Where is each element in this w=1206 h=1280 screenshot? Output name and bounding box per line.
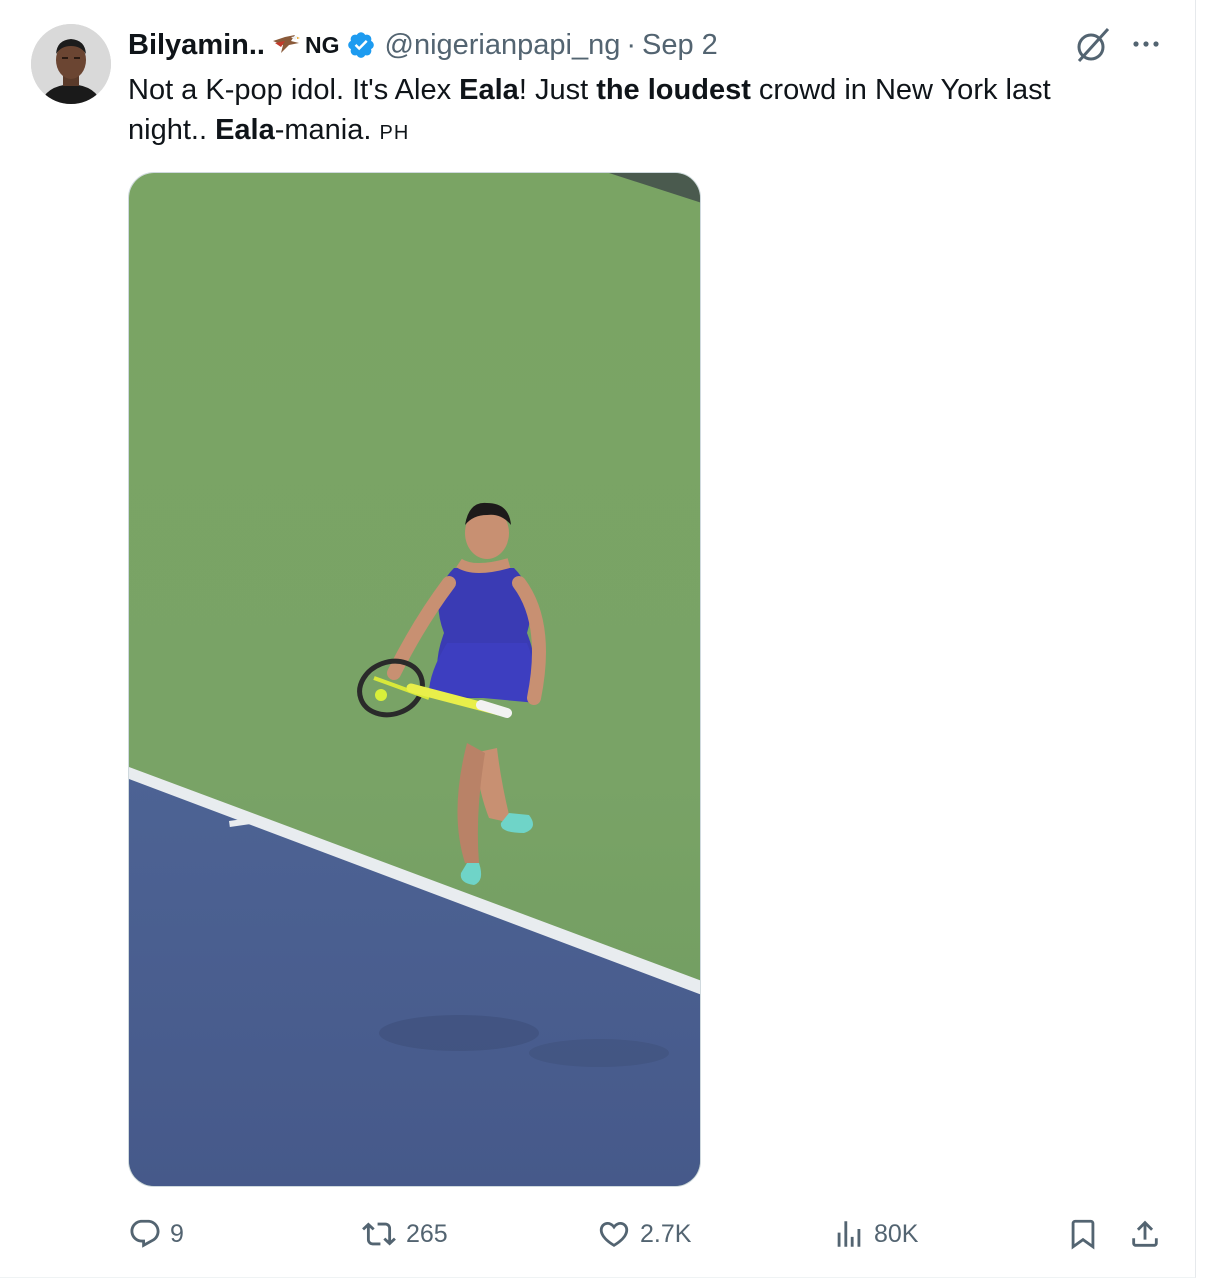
eagle-emoji-icon xyxy=(271,33,301,57)
separator-dot: · xyxy=(626,28,637,61)
share-icon xyxy=(1132,1220,1158,1247)
tweet-article[interactable]: Bilyamin.. NG @nigerianpapi_ng · Sep 2 N… xyxy=(0,0,1196,1278)
retweet-button[interactable]: 265 xyxy=(360,1208,448,1260)
more-icon[interactable] xyxy=(1128,28,1164,60)
tennis-player-image xyxy=(129,173,700,1186)
like-icon xyxy=(599,1221,629,1247)
tweet-text-bold: the loudest xyxy=(596,74,751,106)
reply-button[interactable]: 9 xyxy=(128,1208,184,1260)
reply-count: 9 xyxy=(170,1219,184,1248)
avatar-image xyxy=(31,24,111,104)
views-icon xyxy=(837,1221,861,1247)
reply-icon xyxy=(130,1219,160,1248)
verified-badge-icon[interactable] xyxy=(346,30,376,60)
retweet-icon xyxy=(362,1222,396,1246)
tweet-date[interactable]: Sep 2 xyxy=(642,29,718,62)
like-count: 2.7K xyxy=(640,1219,692,1248)
views-button[interactable]: 80K xyxy=(832,1208,918,1260)
tweet-header: Bilyamin.. NG @nigerianpapi_ng · Sep 2 xyxy=(128,26,718,64)
avatar[interactable] xyxy=(31,24,111,104)
tweet-actions-bar: 9 265 2.7K 80K xyxy=(0,1208,1196,1260)
tweet-media-video[interactable] xyxy=(128,172,701,1187)
philippines-flag-label: PH xyxy=(379,122,410,144)
tweet-text-bold: Eala xyxy=(215,114,275,146)
tweet-text-part: -mania. xyxy=(274,114,380,146)
tweet-text: Not a K-pop idol. It's Alex Eala! Just t… xyxy=(128,70,1128,153)
tweet-text-part: Not a K-pop idol. It's Alex xyxy=(128,74,460,106)
like-button[interactable]: 2.7K xyxy=(596,1208,691,1260)
views-count: 80K xyxy=(874,1219,919,1248)
grok-icon[interactable] xyxy=(1072,25,1112,65)
retweet-count: 265 xyxy=(406,1219,448,1248)
bookmark-icon xyxy=(1071,1219,1095,1250)
country-flag-label: NG xyxy=(305,31,340,58)
bookmark-button[interactable] xyxy=(1066,1208,1100,1260)
tweet-text-part: ! Just xyxy=(518,74,597,106)
author-display-name[interactable]: Bilyamin.. xyxy=(128,29,265,62)
tweet-text-bold: Eala xyxy=(459,74,519,106)
author-handle[interactable]: @nigerianpapi_ng xyxy=(385,29,621,62)
share-button[interactable] xyxy=(1128,1208,1162,1260)
